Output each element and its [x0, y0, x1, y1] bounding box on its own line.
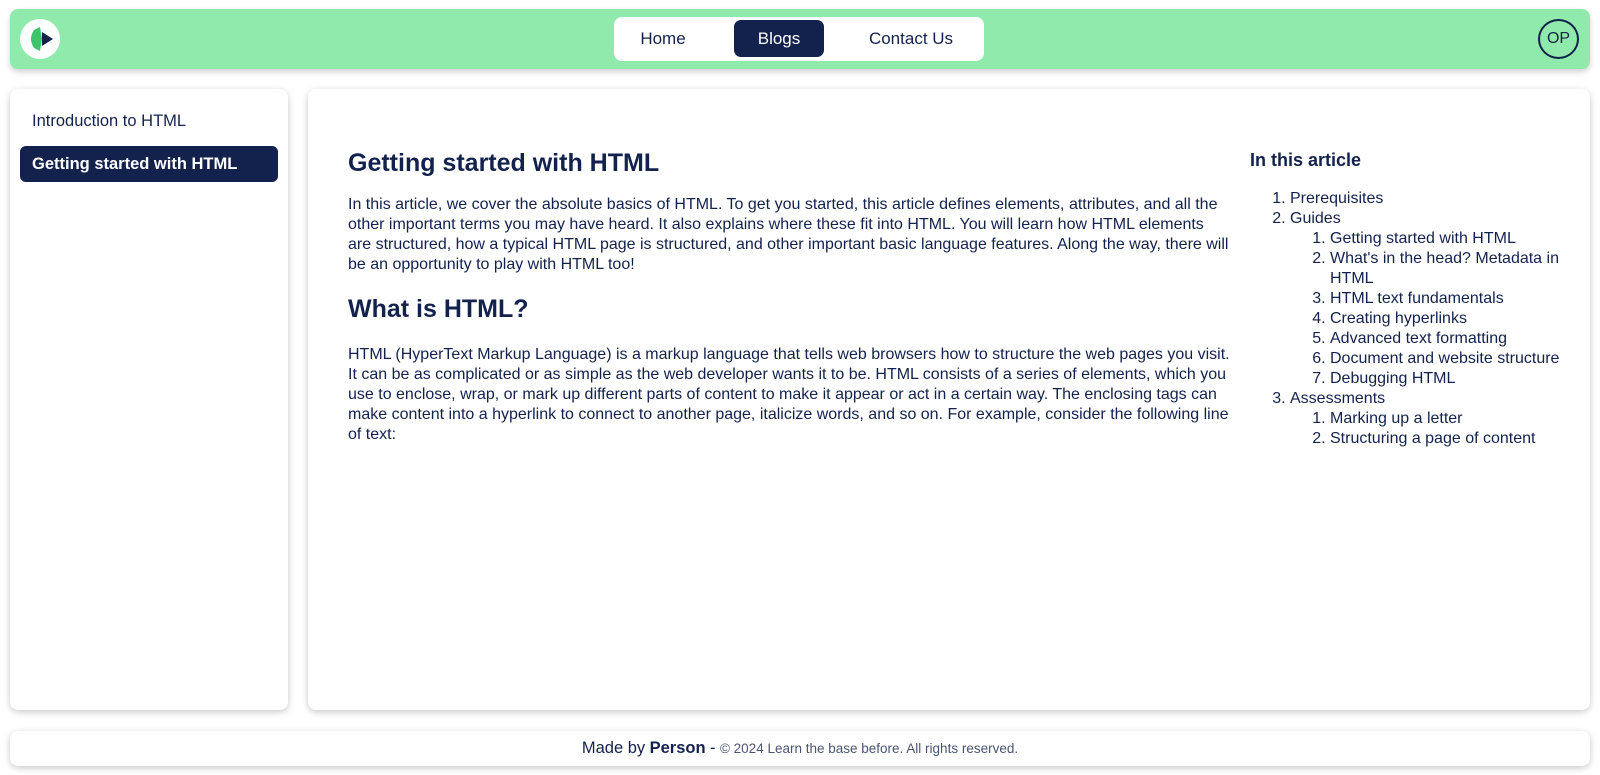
toc-item-assessments: Assessments Marking up a letter Structur…	[1290, 389, 1570, 449]
toc-subitem[interactable]: HTML text fundamentals	[1330, 289, 1570, 309]
nav-contact-us[interactable]: Contact Us	[846, 20, 976, 57]
nav-blogs[interactable]: Blogs	[734, 20, 824, 57]
toc-link[interactable]: Creating hyperlinks	[1330, 310, 1467, 327]
toc-subitem[interactable]: Structuring a page of content	[1330, 429, 1570, 449]
toc-subitem[interactable]: What's in the head? Metadata in HTML	[1330, 249, 1570, 289]
section-heading: What is HTML?	[348, 295, 529, 323]
toc-link[interactable]: Structuring a page of content	[1330, 430, 1535, 447]
play-leaf-logo-icon[interactable]	[20, 19, 60, 59]
sidebar-item-introduction-to-html[interactable]: Introduction to HTML	[20, 103, 278, 139]
article-title: Getting started with HTML	[348, 149, 660, 177]
toc-link[interactable]: Assessments	[1290, 390, 1385, 407]
toc-list: Prerequisites Guides Getting started wit…	[1250, 189, 1570, 449]
nav-home[interactable]: Home	[614, 20, 712, 57]
toc-item-guides: Guides Getting started with HTML What's …	[1290, 209, 1570, 389]
toc-item-prerequisites[interactable]: Prerequisites	[1290, 189, 1570, 209]
main-nav: Home Blogs Contact Us	[614, 17, 984, 61]
toc-subitem[interactable]: Creating hyperlinks	[1330, 309, 1570, 329]
sidebar: Introduction to HTML Getting started wit…	[10, 89, 288, 710]
toc-link[interactable]: Getting started with HTML	[1330, 230, 1516, 247]
toc-subitem[interactable]: Advanced text formatting	[1330, 329, 1570, 349]
top-header: Home Blogs Contact Us OP	[10, 9, 1590, 69]
user-avatar[interactable]: OP	[1538, 19, 1579, 59]
main-content: Getting started with HTML In this articl…	[308, 89, 1590, 710]
section-body: HTML (HyperText Markup Language) is a ma…	[348, 346, 1230, 443]
toc-sublist-guides: Getting started with HTML What's in the …	[1290, 229, 1570, 389]
footer-made-by: Made by	[581, 739, 646, 757]
toc-link[interactable]: What's in the head? Metadata in HTML	[1330, 250, 1559, 287]
toc-link[interactable]: HTML text fundamentals	[1330, 290, 1504, 307]
toc-subitem[interactable]: Getting started with HTML	[1330, 229, 1570, 249]
sidebar-item-getting-started-with-html[interactable]: Getting started with HTML	[20, 146, 278, 182]
article-intro: In this article, we cover the absolute b…	[348, 196, 1229, 273]
toc-link[interactable]: Advanced text formatting	[1330, 330, 1507, 347]
footer-author: Person	[649, 739, 706, 757]
toc-link[interactable]: Document and website structure	[1330, 350, 1559, 367]
article: Getting started with HTML In this articl…	[348, 147, 1230, 445]
toc-link[interactable]: Prerequisites	[1290, 190, 1383, 207]
toc-subitem[interactable]: Document and website structure	[1330, 349, 1570, 369]
footer-separator: -	[710, 739, 716, 757]
toc-link[interactable]: Guides	[1290, 210, 1341, 227]
toc-sublist-assessments: Marking up a letter Structuring a page o…	[1290, 409, 1570, 449]
toc-link[interactable]: Marking up a letter	[1330, 410, 1463, 427]
toc-title: In this article	[1250, 150, 1362, 170]
footer-copyright: © 2024 Learn the base before. All rights…	[719, 741, 1019, 756]
toc-subitem[interactable]: Marking up a letter	[1330, 409, 1570, 429]
toc-subitem[interactable]: Debugging HTML	[1330, 369, 1570, 389]
table-of-contents: In this article Prerequisites Guides Get…	[1250, 149, 1570, 449]
toc-link[interactable]: Debugging HTML	[1330, 370, 1455, 387]
page-footer: Made by Person - © 2024 Learn the base b…	[10, 731, 1590, 766]
